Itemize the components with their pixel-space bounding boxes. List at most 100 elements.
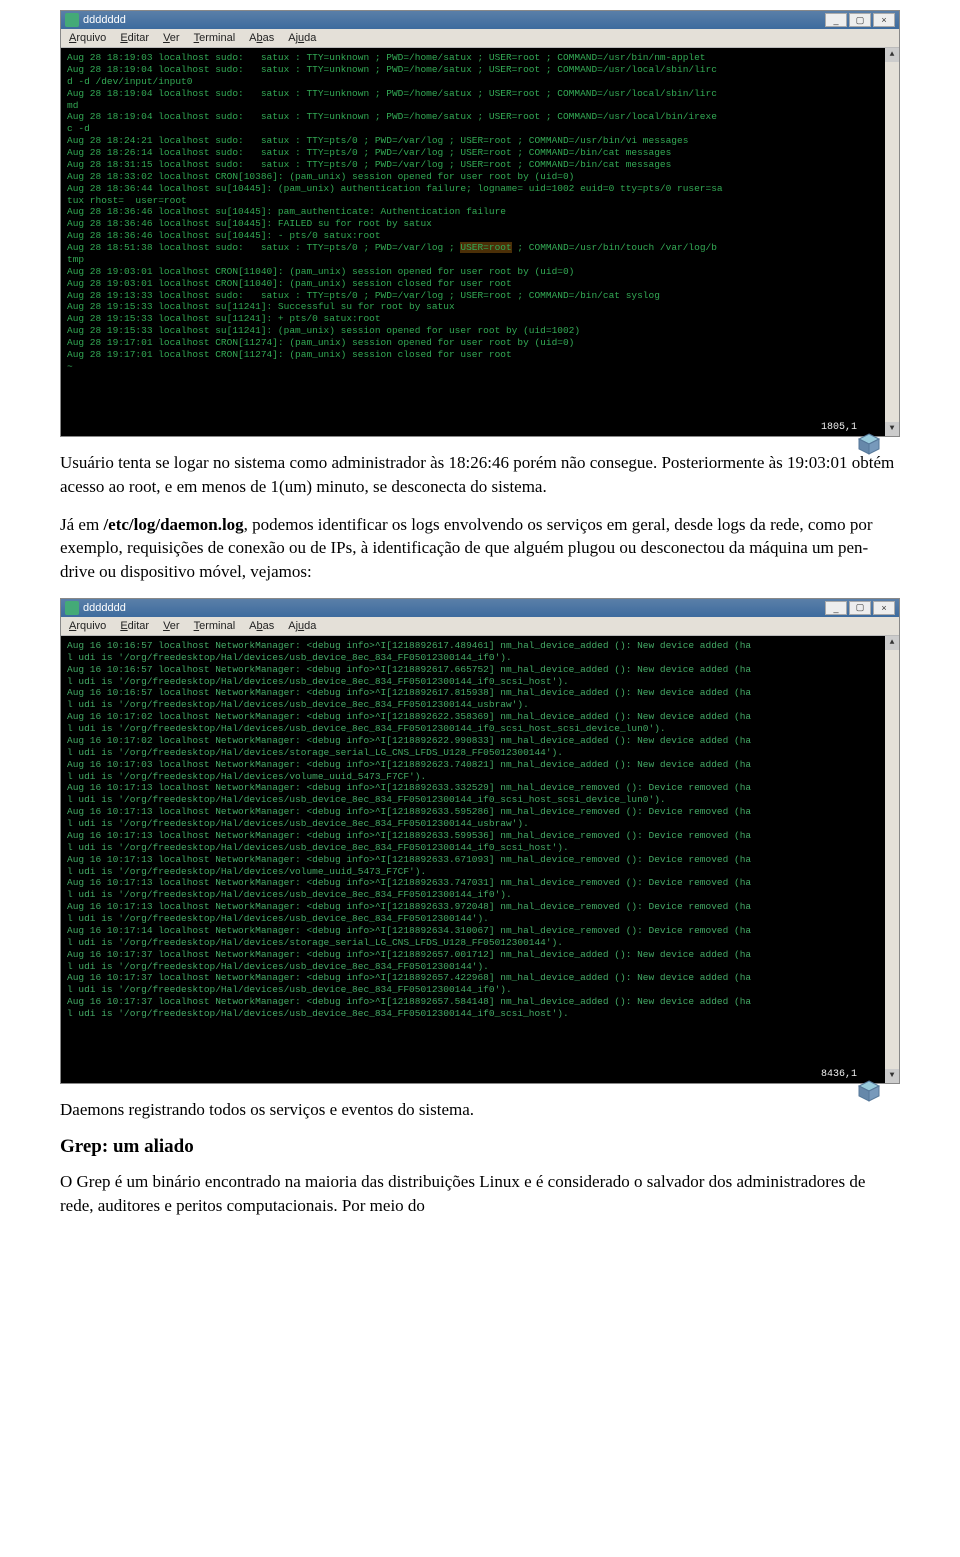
terminal-line: Aug 28 18:24:21 localhost sudo: satux : … [67,135,893,147]
menu-ver[interactable]: Ver [163,620,180,632]
terminal-line: l udi is '/org/freedesktop/Hal/devices/u… [67,818,893,830]
close-button[interactable]: × [873,13,895,27]
terminal-line: l udi is '/org/freedesktop/Hal/devices/u… [67,842,893,854]
terminal-line: Aug 28 18:33:02 localhost CRON[10386]: (… [67,171,893,183]
menu-ajuda[interactable]: Ajuda [288,620,316,632]
terminal-line: l udi is '/org/freedesktop/Hal/devices/s… [67,937,893,949]
scrollbar[interactable]: ▲ ▼ [885,48,899,436]
terminal-line: l udi is '/org/freedesktop/Hal/devices/v… [67,866,893,878]
window-controls: _ ▢ × [825,601,895,615]
cube-icon [857,408,881,432]
menu-ver[interactable]: Ver [163,32,180,44]
terminal-line: Aug 16 10:17:13 localhost NetworkManager… [67,854,893,866]
terminal-line: l udi is '/org/freedesktop/Hal/devices/u… [67,961,893,973]
window-title: ddddddd [83,602,126,614]
terminal-window-1: ddddddd _ ▢ × Arquivo Editar Ver Termina… [60,10,900,437]
menu-editar[interactable]: Editar [120,32,149,44]
terminal-line: Aug 16 10:16:57 localhost NetworkManager… [67,687,893,699]
terminal-line: Aug 28 18:19:03 localhost sudo: satux : … [67,52,893,64]
terminal-line: tux rhost= user=root [67,195,893,207]
terminal-line: Aug 28 19:13:33 localhost sudo: satux : … [67,290,893,302]
terminal-line: Aug 28 18:51:38 localhost sudo: satux : … [67,242,893,254]
section-heading-grep: Grep: um aliado [60,1136,900,1158]
terminal-line: Aug 28 18:31:15 localhost sudo: satux : … [67,159,893,171]
terminal-output-2[interactable]: Aug 16 10:16:57 localhost NetworkManager… [61,636,899,1083]
terminal-line: Aug 16 10:17:37 localhost NetworkManager… [67,972,893,984]
menu-editar[interactable]: Editar [120,620,149,632]
menu-arquivo[interactable]: Arquivo [69,32,106,44]
terminal-line: l udi is '/org/freedesktop/Hal/devices/s… [67,747,893,759]
window-title: ddddddd [83,14,126,26]
terminal-line: ~ [67,361,893,373]
minimize-button[interactable]: _ [825,601,847,615]
terminal-line: Aug 16 10:17:37 localhost NetworkManager… [67,949,893,961]
body-paragraph-4: O Grep é um binário encontrado na maiori… [60,1170,900,1218]
menu-abas[interactable]: Abas [249,620,274,632]
search-highlight: USER=root [460,242,511,253]
menubar: Arquivo Editar Ver Terminal Abas Ajuda [61,617,899,636]
scrollbar[interactable]: ▲ ▼ [885,636,899,1083]
terminal-line: Aug 28 18:36:46 localhost su[10445]: - p… [67,230,893,242]
terminal-line: Aug 16 10:17:03 localhost NetworkManager… [67,759,893,771]
terminal-line: Aug 16 10:17:13 localhost NetworkManager… [67,901,893,913]
terminal-line: Aug 28 18:26:14 localhost sudo: satux : … [67,147,893,159]
terminal-line: l udi is '/org/freedesktop/Hal/devices/u… [67,889,893,901]
terminal-line: l udi is '/org/freedesktop/Hal/devices/u… [67,652,893,664]
terminal-line: Aug 28 19:15:33 localhost su[11241]: + p… [67,313,893,325]
terminal-line: l udi is '/org/freedesktop/Hal/devices/u… [67,1008,893,1020]
menu-ajuda[interactable]: Ajuda [288,32,316,44]
body-paragraph-2: Já em /etc/log/daemon.log, podemos ident… [60,513,900,584]
terminal-line: Aug 28 19:15:33 localhost su[11241]: Suc… [67,301,893,313]
terminal-line: l udi is '/org/freedesktop/Hal/devices/u… [67,676,893,688]
terminal-line: Aug 28 19:03:01 localhost CRON[11040]: (… [67,266,893,278]
body-paragraph-1: Usuário tenta se logar no sistema como a… [60,451,900,499]
terminal-line: Aug 16 10:17:02 localhost NetworkManager… [67,735,893,747]
menu-abas[interactable]: Abas [249,32,274,44]
body-paragraph-3: Daemons registrando todos os serviços e … [60,1098,900,1122]
close-button[interactable]: × [873,601,895,615]
terminal-line: l udi is '/org/freedesktop/Hal/devices/u… [67,984,893,996]
terminal-line: Aug 16 10:17:14 localhost NetworkManager… [67,925,893,937]
menu-arquivo[interactable]: Arquivo [69,620,106,632]
terminal-line: l udi is '/org/freedesktop/Hal/devices/u… [67,794,893,806]
scroll-up-icon[interactable]: ▲ [885,48,899,62]
terminal-line: Aug 16 10:17:37 localhost NetworkManager… [67,996,893,1008]
terminal-line: Aug 28 18:19:04 localhost sudo: satux : … [67,111,893,123]
terminal-line: c -d [67,123,893,135]
app-icon [65,13,79,27]
scroll-up-icon[interactable]: ▲ [885,636,899,650]
cursor-position: 1805,1 [821,422,857,435]
terminal-line: l udi is '/org/freedesktop/Hal/devices/u… [67,723,893,735]
maximize-button[interactable]: ▢ [849,601,871,615]
terminal-line: Aug 28 18:36:46 localhost su[10445]: FAI… [67,218,893,230]
titlebar[interactable]: ddddddd _ ▢ × [61,599,899,617]
file-path: /etc/log/daemon.log [103,515,243,534]
cursor-position: 8436,1 [821,1069,857,1082]
terminal-output-1[interactable]: Aug 28 18:19:03 localhost sudo: satux : … [61,48,899,436]
terminal-line: Aug 28 18:36:44 localhost su[10445]: (pa… [67,183,893,195]
menu-terminal[interactable]: Terminal [194,32,236,44]
cube-icon [857,1055,881,1079]
terminal-line: l udi is '/org/freedesktop/Hal/devices/v… [67,771,893,783]
terminal-line: Aug 16 10:17:13 localhost NetworkManager… [67,877,893,889]
terminal-line: tmp [67,254,893,266]
menubar: Arquivo Editar Ver Terminal Abas Ajuda [61,29,899,48]
terminal-line: Aug 28 19:17:01 localhost CRON[11274]: (… [67,349,893,361]
maximize-button[interactable]: ▢ [849,13,871,27]
minimize-button[interactable]: _ [825,13,847,27]
terminal-line: Aug 16 10:17:13 localhost NetworkManager… [67,782,893,794]
terminal-line: md [67,100,893,112]
terminal-line: Aug 16 10:17:02 localhost NetworkManager… [67,711,893,723]
terminal-line: l udi is '/org/freedesktop/Hal/devices/u… [67,913,893,925]
terminal-line: Aug 28 18:19:04 localhost sudo: satux : … [67,88,893,100]
terminal-line: Aug 28 18:36:46 localhost su[10445]: pam… [67,206,893,218]
terminal-window-2: ddddddd _ ▢ × Arquivo Editar Ver Termina… [60,598,900,1084]
terminal-line: Aug 16 10:17:13 localhost NetworkManager… [67,806,893,818]
titlebar[interactable]: ddddddd _ ▢ × [61,11,899,29]
terminal-line: Aug 28 18:19:04 localhost sudo: satux : … [67,64,893,76]
terminal-line: Aug 16 10:16:57 localhost NetworkManager… [67,640,893,652]
terminal-line: Aug 28 19:17:01 localhost CRON[11274]: (… [67,337,893,349]
window-controls: _ ▢ × [825,13,895,27]
menu-terminal[interactable]: Terminal [194,620,236,632]
terminal-line: Aug 28 19:03:01 localhost CRON[11040]: (… [67,278,893,290]
